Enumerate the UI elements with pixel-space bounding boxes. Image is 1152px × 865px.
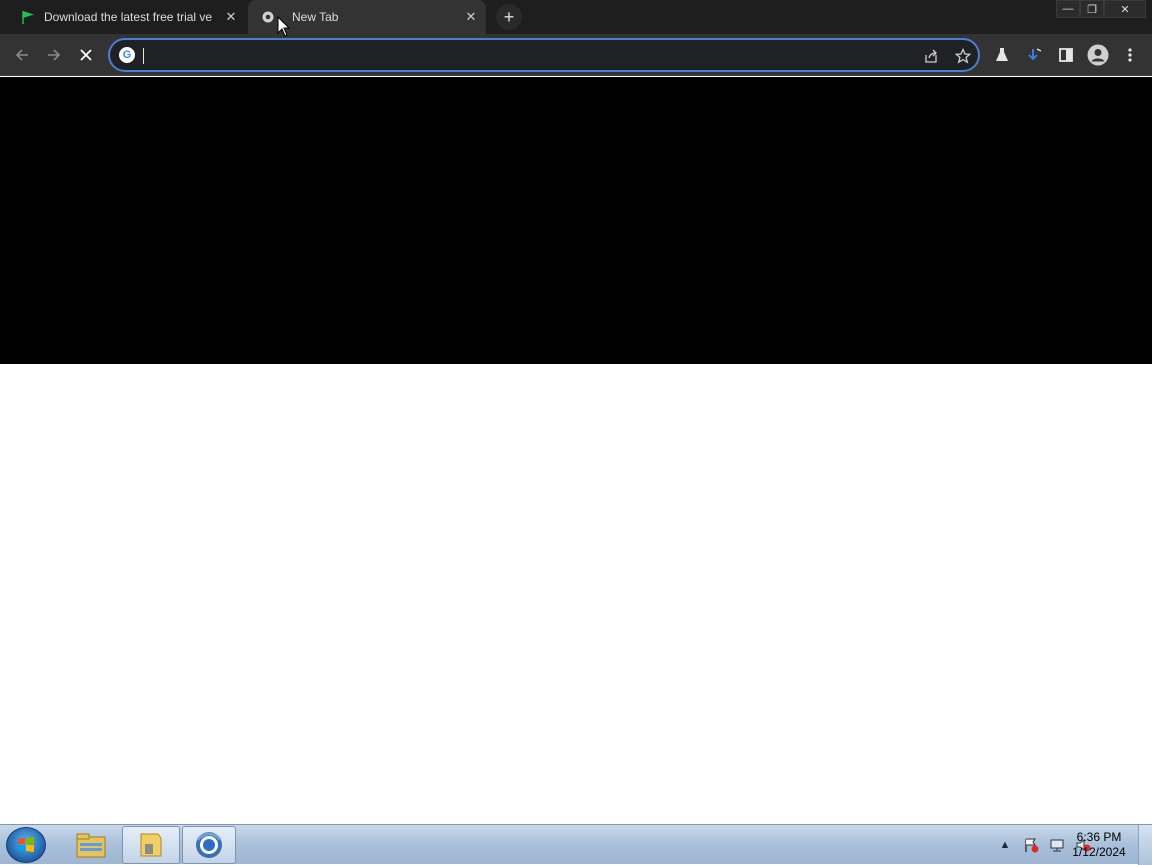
network-icon[interactable] [1048, 836, 1066, 854]
side-panel-icon[interactable] [1054, 43, 1078, 67]
minimize-button[interactable]: — [1056, 0, 1080, 18]
close-tab-icon[interactable]: ✕ [462, 8, 480, 26]
mouse-cursor-icon [277, 16, 291, 37]
clock-date: 1/12/2024 [1072, 845, 1126, 859]
action-center-flag-icon[interactable] [1022, 836, 1040, 854]
start-button[interactable] [6, 827, 46, 863]
taskbar-clock[interactable]: 6:36 PM 1/12/2024 [1070, 830, 1128, 860]
page-content-blank [0, 364, 1152, 824]
tab-strip: Download the latest free trial ve ✕ New … [0, 0, 1152, 34]
bookmark-star-icon[interactable] [953, 46, 973, 66]
chrome-icon [260, 9, 276, 25]
new-tab-button[interactable]: + [496, 4, 522, 30]
text-caret [143, 48, 144, 64]
file-explorer-icon[interactable] [62, 826, 120, 864]
chrome-icon[interactable] [182, 826, 236, 864]
folder-icon[interactable] [122, 826, 180, 864]
clock-time: 6:36 PM [1076, 830, 1122, 844]
google-icon: G [119, 47, 135, 63]
back-icon[interactable] [10, 43, 34, 67]
browser-toolbar: G [0, 34, 1152, 76]
windows-taskbar: ▲ 6:36 PM 1/12/2024 [0, 824, 1152, 865]
show-hidden-icons-icon[interactable]: ▲ [996, 836, 1014, 854]
tab-download-trial[interactable]: Download the latest free trial ve ✕ [8, 0, 246, 34]
show-desktop-button[interactable] [1138, 825, 1152, 865]
close-tab-icon[interactable]: ✕ [222, 8, 240, 26]
close-window-button[interactable]: ✕ [1104, 0, 1146, 18]
extension-icon[interactable] [1023, 43, 1047, 67]
forward-icon[interactable] [42, 43, 66, 67]
profile-avatar-icon[interactable] [1086, 43, 1110, 67]
tab-title: Download the latest free trial ve [44, 10, 213, 24]
labs-flask-icon[interactable] [990, 43, 1014, 67]
page-content-loading [0, 77, 1152, 364]
address-input[interactable] [142, 44, 902, 66]
stop-loading-icon[interactable] [74, 43, 98, 67]
window-controls: — ❐ ✕ [1056, 0, 1146, 18]
tab-title: New Tab [292, 10, 339, 24]
restore-button[interactable]: ❐ [1080, 0, 1104, 18]
address-bar[interactable]: G [108, 38, 980, 72]
share-icon[interactable] [921, 46, 941, 66]
green-flag-icon [20, 9, 36, 25]
menu-icon[interactable] [1118, 43, 1142, 67]
